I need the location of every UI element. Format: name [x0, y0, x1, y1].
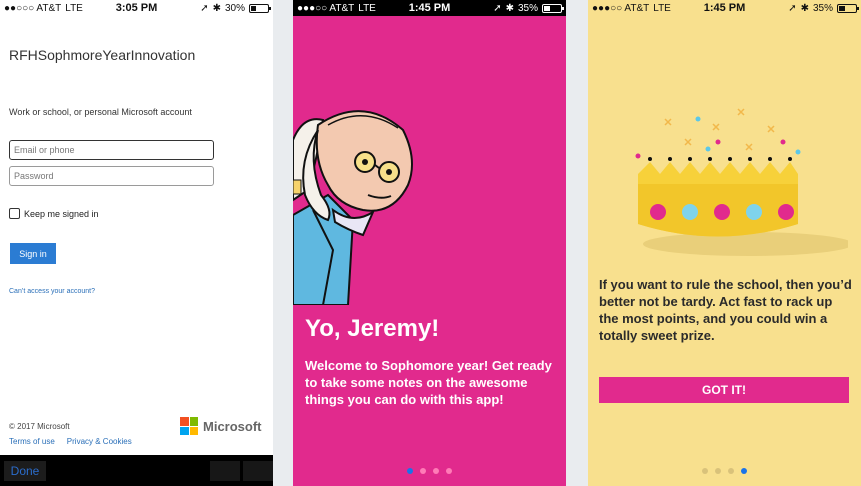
- bluetooth-icon: ✱: [505, 2, 514, 14]
- keep-signed-in-checkbox[interactable]: [9, 208, 20, 219]
- previous-field-button[interactable]: [210, 461, 240, 481]
- keyboard-accessory-bar: Done: [0, 455, 273, 486]
- network-label: LTE: [653, 2, 671, 14]
- location-icon: ➚: [493, 2, 502, 14]
- battery-icon: [542, 3, 564, 13]
- benjamin-franklin-illustration: [293, 110, 413, 305]
- email-field[interactable]: [9, 140, 214, 160]
- done-button[interactable]: Done: [4, 461, 46, 481]
- bluetooth-icon: ✱: [212, 2, 221, 14]
- battery-icon: [837, 3, 859, 13]
- welcome-message: Welcome to Sophomore year! Get ready to …: [305, 358, 552, 407]
- password-field[interactable]: [9, 166, 214, 186]
- page-dot[interactable]: [446, 468, 452, 474]
- microsoft-logo-icon: [180, 417, 198, 435]
- battery-percent: 30%: [224, 2, 245, 14]
- carrier-label: ●●○○○ AT&T: [4, 2, 62, 14]
- page-indicator[interactable]: [293, 468, 566, 474]
- sign-in-button[interactable]: Sign in: [10, 243, 56, 264]
- prize-info-screen: ●●●○○ AT&T LTE 1:45 PM ➚ ✱ 35% If you wa…: [588, 0, 861, 486]
- carrier-label: ●●●○○ AT&T: [592, 2, 650, 14]
- network-label: LTE: [358, 2, 376, 14]
- app-title: RFHSophmoreYearInnovation: [9, 47, 196, 63]
- bluetooth-icon: ✱: [800, 2, 809, 14]
- cant-access-link[interactable]: Can’t access your account?: [9, 288, 95, 295]
- page-dot[interactable]: [407, 468, 413, 474]
- keep-signed-in-label: Keep me signed in: [24, 208, 99, 219]
- welcome-screen: ●●●○○ AT&T LTE 1:45 PM ➚ ✱ 35% Yo, Jerem…: [293, 0, 566, 486]
- battery-percent: 35%: [517, 2, 538, 14]
- crown-illustration: [635, 108, 848, 256]
- welcome-heading: Yo, Jeremy!: [305, 315, 440, 342]
- page-dot[interactable]: [728, 468, 734, 474]
- microsoft-signin-screen: ●●○○○ AT&T LTE 3:05 PM ➚ ✱ 30% RFHSophmo…: [0, 0, 273, 486]
- location-icon: ➚: [200, 2, 209, 14]
- keep-signed-in[interactable]: Keep me signed in: [9, 208, 99, 219]
- page-dot[interactable]: [715, 468, 721, 474]
- network-label: LTE: [65, 2, 83, 14]
- footer-links: Terms of use Privacy & Cookies: [9, 437, 132, 446]
- microsoft-logo: Microsoft: [180, 417, 262, 435]
- microsoft-logo-text: Microsoft: [203, 418, 262, 434]
- location-icon: ➚: [788, 2, 797, 14]
- battery-icon: [249, 3, 271, 13]
- terms-link[interactable]: Terms of use: [9, 437, 55, 446]
- page-dot[interactable]: [702, 468, 708, 474]
- account-prompt: Work or school, or personal Microsoft ac…: [9, 107, 192, 117]
- page-dot[interactable]: [433, 468, 439, 474]
- page-dot[interactable]: [420, 468, 426, 474]
- privacy-link[interactable]: Privacy & Cookies: [67, 437, 132, 446]
- status-bar: ●●●○○ AT&T LTE 1:45 PM ➚ ✱ 35%: [588, 0, 861, 16]
- battery-percent: 35%: [812, 2, 833, 14]
- copyright: © 2017 Microsoft: [9, 422, 70, 431]
- carrier-label: ●●●○○ AT&T: [297, 2, 355, 14]
- page-indicator[interactable]: [588, 468, 861, 474]
- page-dot[interactable]: [741, 468, 747, 474]
- status-bar: ●●●○○ AT&T LTE 1:45 PM ➚ ✱ 35%: [293, 0, 566, 16]
- got-it-button[interactable]: GOT IT!: [599, 377, 849, 403]
- next-field-button[interactable]: [243, 461, 273, 481]
- status-bar: ●●○○○ AT&T LTE 3:05 PM ➚ ✱ 30%: [0, 0, 273, 16]
- prize-message: If you want to rule the school, then you…: [599, 277, 852, 343]
